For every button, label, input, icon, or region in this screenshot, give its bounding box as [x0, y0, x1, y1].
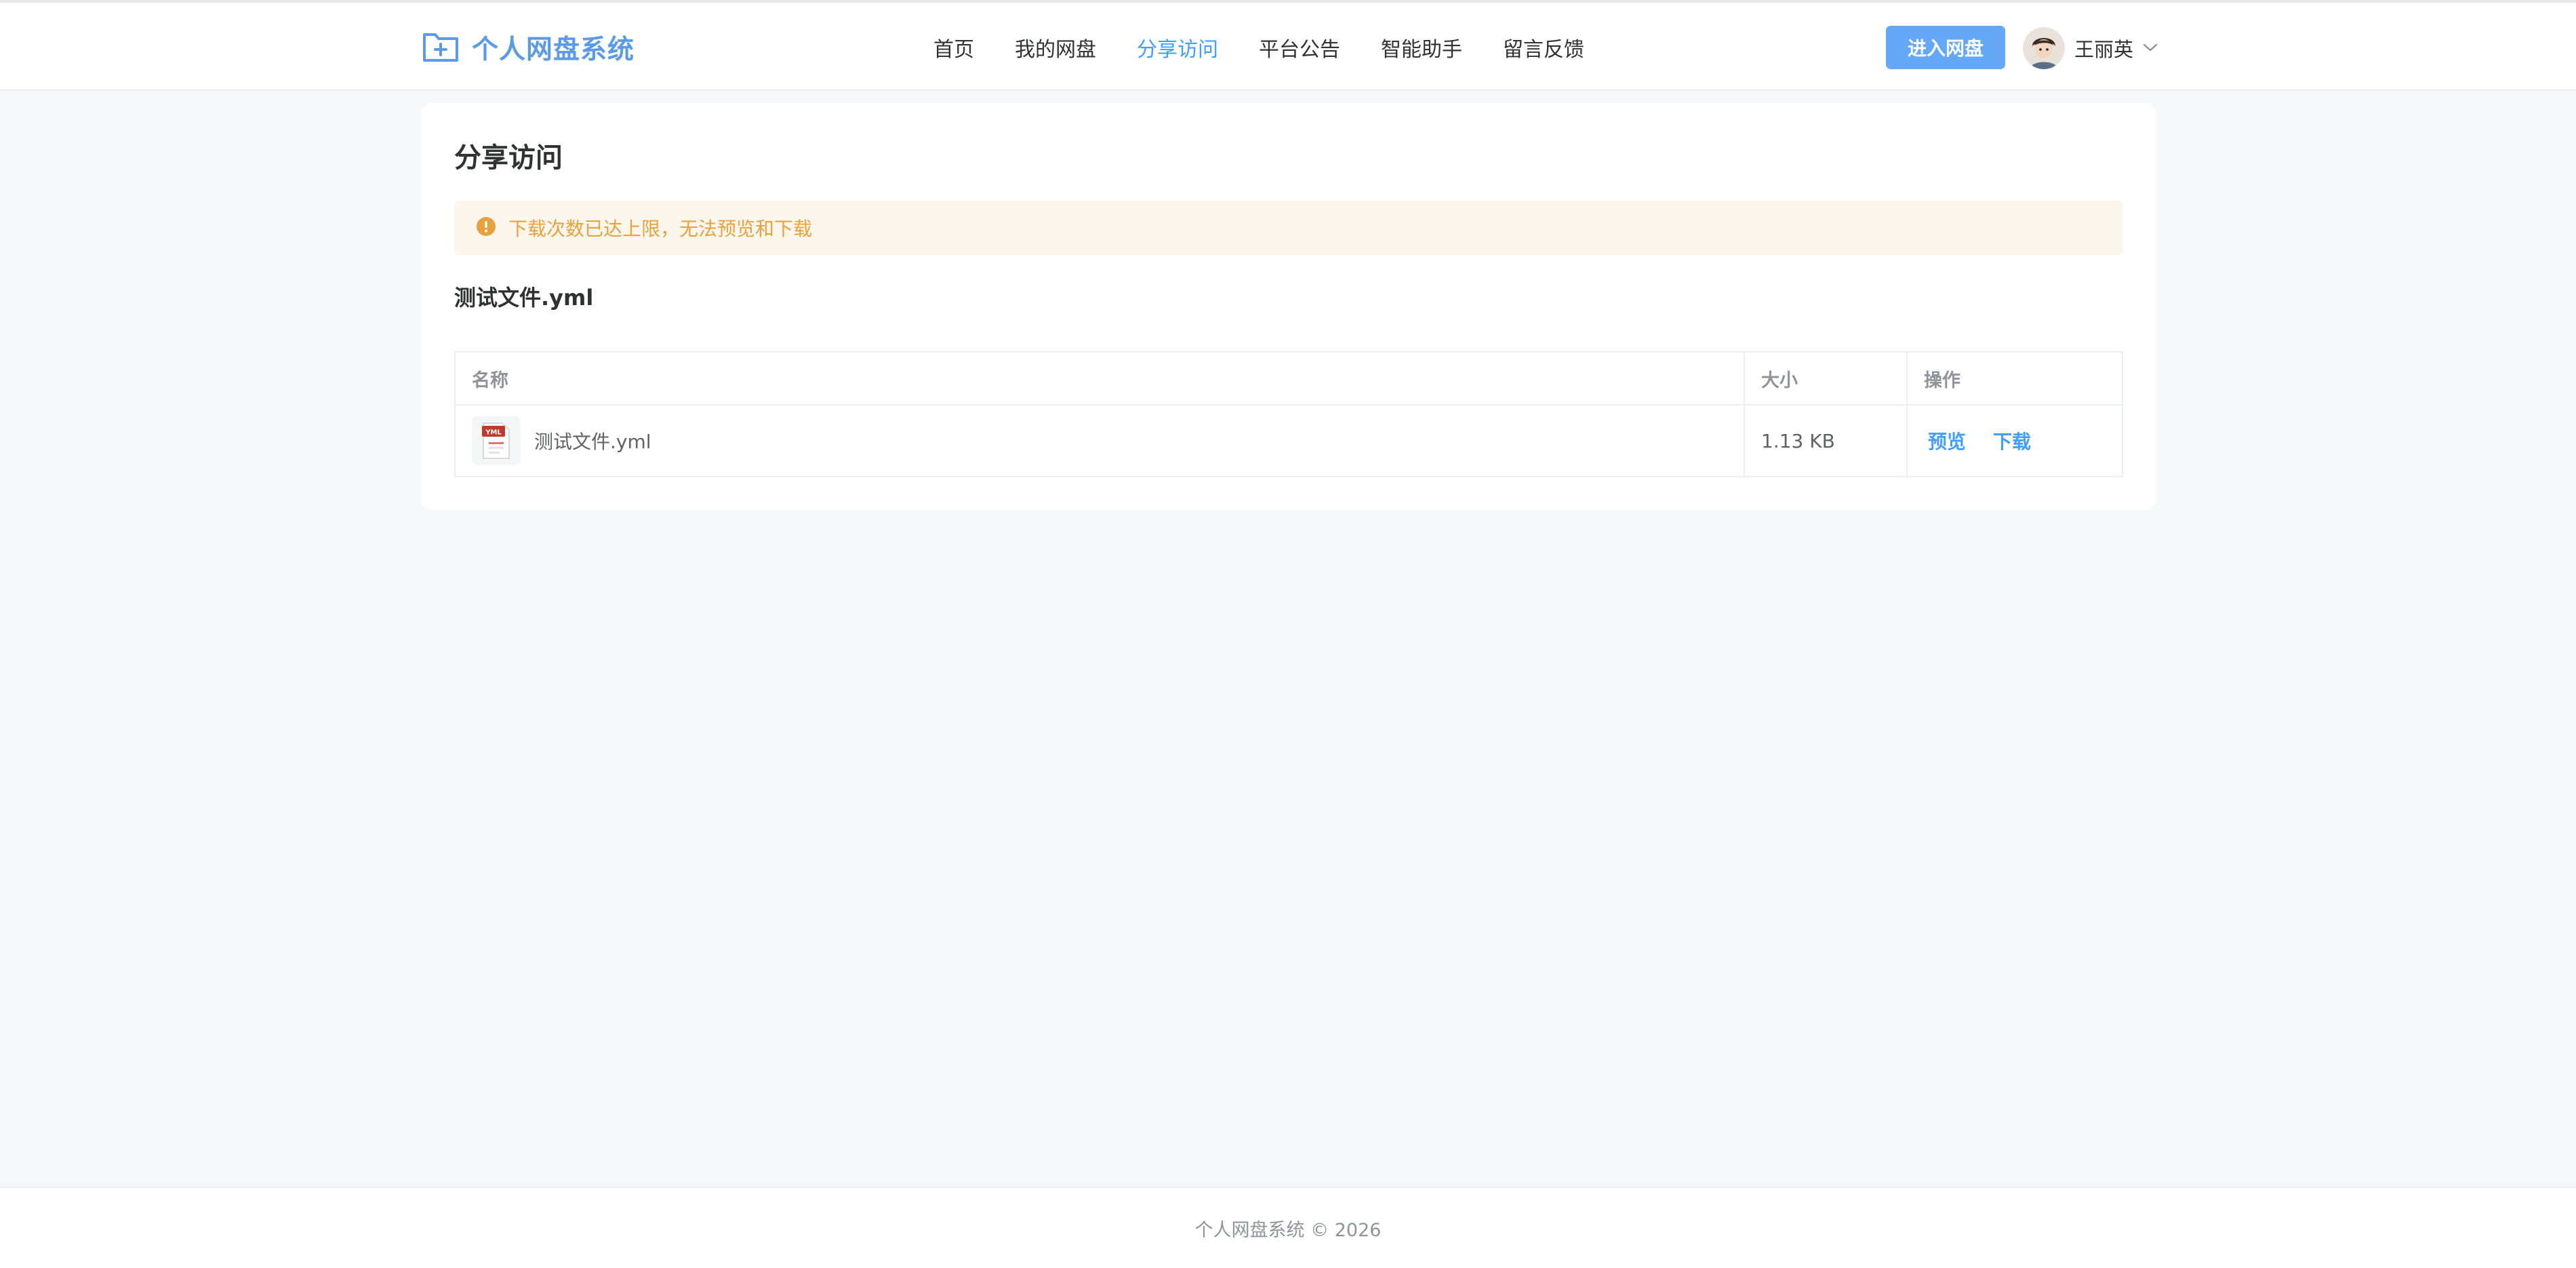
file-name-cell: YML 测试文件.yml — [456, 405, 1745, 476]
folder-plus-icon — [422, 29, 460, 66]
column-header-name: 名称 — [456, 353, 1745, 404]
file-table: 名称 大小 操作 YML 测试文件.yml 1.13 KB 预览 下载 — [454, 351, 2123, 477]
warning-icon — [476, 216, 496, 239]
download-link[interactable]: 下载 — [1993, 427, 2031, 454]
alert-message: 下载次数已达上限，无法预览和下载 — [508, 218, 813, 240]
nav-assistant[interactable]: 智能助手 — [1381, 33, 1462, 62]
main-nav: 首页 我的网盘 分享访问 平台公告 智能助手 留言反馈 — [933, 27, 1625, 68]
download-limit-alert: 下载次数已达上限，无法预览和下载 — [454, 201, 2123, 255]
user-menu[interactable]: 王丽英 — [2023, 26, 2158, 71]
column-header-size: 大小 — [1745, 353, 1908, 404]
table-row: YML 测试文件.yml 1.13 KB 预览 下载 — [456, 405, 2122, 476]
user-name: 王丽英 — [2074, 38, 2134, 61]
nav-announcements[interactable]: 平台公告 — [1259, 33, 1340, 62]
footer-copyright: 个人网盘系统 © 2026 — [1194, 1219, 1382, 1241]
preview-link[interactable]: 预览 — [1928, 427, 1966, 454]
avatar — [2023, 27, 2065, 69]
yml-file-icon: YML — [472, 416, 521, 465]
file-name[interactable]: 测试文件.yml — [534, 427, 651, 454]
nav-home[interactable]: 首页 — [933, 33, 974, 62]
nav-feedback[interactable]: 留言反馈 — [1503, 33, 1584, 62]
nav-share-access[interactable]: 分享访问 — [1137, 33, 1218, 62]
file-type-label: YML — [485, 429, 502, 437]
shared-file-title: 测试文件.yml — [454, 285, 594, 311]
enter-drive-button[interactable]: 进入网盘 — [1886, 26, 2005, 69]
page-footer: 个人网盘系统 © 2026 — [0, 1187, 2576, 1268]
nav-my-drive[interactable]: 我的网盘 — [1015, 33, 1096, 62]
file-size: 1.13 KB — [1745, 405, 1908, 476]
chevron-down-icon — [2133, 42, 2158, 55]
brand-name: 个人网盘系统 — [472, 35, 635, 65]
top-navbar: 个人网盘系统 首页 我的网盘 分享访问 平台公告 智能助手 留言反馈 进入网盘 … — [0, 3, 2576, 91]
file-actions: 预览 下载 — [1908, 405, 2122, 476]
page-title: 分享访问 — [454, 142, 563, 174]
brand-logo[interactable]: 个人网盘系统 — [422, 27, 635, 68]
table-header: 名称 大小 操作 — [456, 353, 2122, 405]
share-access-card: 分享访问 下载次数已达上限，无法预览和下载 测试文件.yml 名称 大小 操作 — [422, 103, 2156, 510]
column-header-actions: 操作 — [1924, 370, 1960, 391]
